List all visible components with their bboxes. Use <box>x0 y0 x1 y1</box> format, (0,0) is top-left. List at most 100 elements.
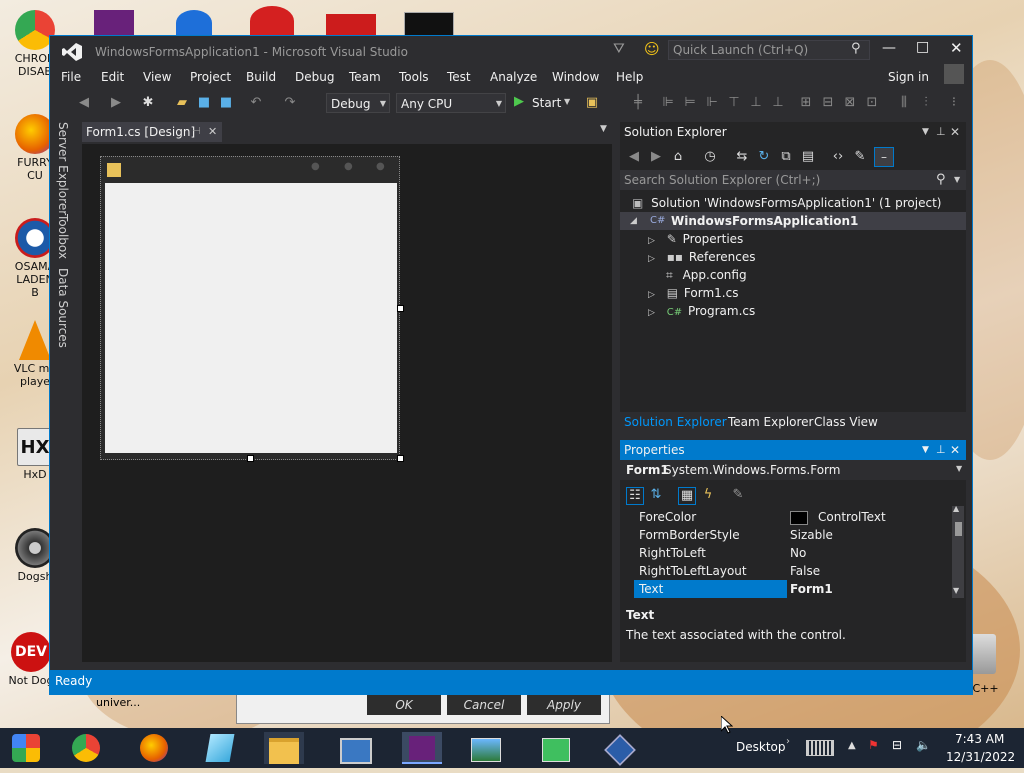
forward-icon[interactable]: ▶ <box>648 149 664 165</box>
window-position-icon[interactable]: ▼ <box>922 440 929 460</box>
property-value[interactable]: Form1 <box>790 580 833 598</box>
sync-icon[interactable]: ⇆ <box>734 149 750 165</box>
tree-solution[interactable]: ▣ Solution 'WindowsFormsApplication1' (1… <box>632 194 941 212</box>
align-middle-icon[interactable]: ⊥ <box>748 95 764 111</box>
solution-configuration-select[interactable]: Debug ▼ <box>326 93 390 113</box>
close-tab-icon[interactable]: ✕ <box>208 122 217 142</box>
menu-help[interactable]: Help <box>616 70 643 84</box>
tab-toolbox[interactable]: Toolbox <box>56 214 70 259</box>
show-all-files-icon[interactable]: ▤ <box>800 149 816 165</box>
network-icon[interactable]: ⊟ <box>892 738 902 752</box>
terminal-icon[interactable] <box>404 12 454 38</box>
align-right-icon[interactable]: ⊩ <box>704 95 720 111</box>
show-hidden-icons-chevron-icon[interactable]: ▲ <box>848 740 856 751</box>
browser-link-icon[interactable]: ▣ <box>584 95 600 111</box>
filter-icon[interactable]: ⛛ <box>613 41 625 57</box>
p-logo-icon[interactable] <box>250 6 294 36</box>
pin-icon[interactable]: ⊥ <box>936 122 946 142</box>
size-to-grid-icon[interactable]: ⊠ <box>842 95 858 111</box>
solution-platform-select[interactable]: Any CPU ▼ <box>396 93 506 113</box>
ok-button[interactable]: OK <box>367 695 441 715</box>
minimize-button[interactable]: — <box>882 40 896 56</box>
property-row-text[interactable]: Text Form1 <box>634 580 950 598</box>
properties-wrench-icon[interactable]: ✎ <box>852 149 868 165</box>
menu-file[interactable]: File <box>61 70 81 84</box>
form1-preview[interactable]: ● ● ● <box>100 156 404 462</box>
menu-project[interactable]: Project <box>190 70 231 84</box>
account-avatar-icon[interactable] <box>944 64 964 84</box>
pending-changes-icon[interactable]: ◷ <box>702 149 718 165</box>
align-left-icon[interactable]: ⊫ <box>660 95 676 111</box>
collapsed-arrow-icon[interactable]: ▷ <box>648 254 655 264</box>
property-pages-icon[interactable]: ✎ <box>730 487 746 503</box>
back-icon[interactable]: ◀ <box>76 95 92 111</box>
volume-icon[interactable]: 🔈 <box>916 738 931 752</box>
tree-project[interactable]: ◢ C# WindowsFormsApplication1 <box>620 212 966 230</box>
toolbar-overflow-icon[interactable]: ⁝ <box>946 95 962 111</box>
properties-scrollbar[interactable]: ▲ ▼ <box>952 504 964 598</box>
visual-studio-icon[interactable] <box>94 10 134 36</box>
properties-view-icon[interactable]: ▦ <box>678 487 696 505</box>
resize-handle-corner[interactable] <box>397 455 404 462</box>
save-all-icon[interactable]: ■ <box>218 95 234 111</box>
menu-edit[interactable]: Edit <box>101 70 124 84</box>
expanded-arrow-icon[interactable]: ◢ <box>630 212 637 230</box>
undo-icon[interactable]: ↶ <box>248 95 264 111</box>
horizontal-spacing-icon[interactable]: ⫼ <box>896 95 912 111</box>
desktop-toolbar-label[interactable]: Desktop <box>736 740 786 754</box>
collapsed-arrow-icon[interactable]: ▷ <box>648 308 655 318</box>
tab-solution-explorer[interactable]: Solution Explorer <box>624 415 727 429</box>
clock-date[interactable]: 12/31/2022 <box>946 750 1015 764</box>
scroll-up-arrow-icon[interactable]: ▲ <box>953 504 959 513</box>
sign-in-link[interactable]: Sign in <box>888 70 929 84</box>
forward-icon[interactable]: ▶ <box>108 95 124 111</box>
taskbar-install-icon[interactable] <box>536 732 576 764</box>
keyboard-icon[interactable] <box>806 740 834 756</box>
desktop-icon-devcpp[interactable]: DEV Not Dog <box>8 632 54 687</box>
menu-team[interactable]: Team <box>349 70 381 84</box>
taskbar-photos-icon[interactable] <box>466 732 506 764</box>
taskbar-control-panel-icon[interactable] <box>336 732 376 764</box>
tab-server-explorer[interactable]: Server Explorer <box>56 122 70 215</box>
align-bottom-icon[interactable]: ⊥ <box>770 95 786 111</box>
pin-icon[interactable]: ⊥ <box>936 440 946 460</box>
menu-analyze[interactable]: Analyze <box>490 70 537 84</box>
taskbar-visual-studio-icon[interactable] <box>402 732 442 764</box>
back-icon[interactable]: ◀ <box>626 149 642 165</box>
taskbar-chrome-icon[interactable] <box>66 732 106 764</box>
new-project-icon[interactable]: ✱ <box>140 95 156 111</box>
maximize-button[interactable]: □ <box>916 39 929 55</box>
tab-data-sources[interactable]: Data Sources <box>56 268 70 348</box>
tree-item-properties[interactable]: ▷ ✎ Properties <box>648 230 743 248</box>
tab-team-explorer[interactable]: Team Explorer <box>728 415 814 429</box>
menu-debug[interactable]: Debug <box>295 70 334 84</box>
app-icon[interactable] <box>176 10 212 36</box>
cancel-button[interactable]: Cancel <box>447 695 521 715</box>
collapsed-arrow-icon[interactable]: ▷ <box>648 236 655 246</box>
preview-selected-icon[interactable]: – <box>874 147 894 167</box>
tree-item-program[interactable]: ▷ C# Program.cs <box>648 302 755 320</box>
make-same-size-icon[interactable]: ⊡ <box>864 95 880 111</box>
tree-item-form1[interactable]: ▷ ▤ Form1.cs <box>648 284 738 302</box>
tab-class-view[interactable]: Class View <box>814 415 878 429</box>
collapsed-arrow-icon[interactable]: ▷ <box>648 290 655 300</box>
close-icon[interactable]: ✕ <box>950 440 960 460</box>
align-top-icon[interactable]: ⊤ <box>726 95 742 111</box>
chevron-right-icon[interactable]: › <box>786 736 790 747</box>
clock-time[interactable]: 7:43 AM <box>955 732 1004 746</box>
scroll-down-arrow-icon[interactable]: ▼ <box>953 586 959 595</box>
menu-build[interactable]: Build <box>246 70 276 84</box>
tab-overflow-chevron-icon[interactable]: ▼ <box>600 124 607 134</box>
alphabetical-icon[interactable]: ⇅ <box>648 487 664 503</box>
quick-launch-box[interactable]: Quick Launch (Ctrl+Q) ⚲ <box>668 40 870 60</box>
form-client-area[interactable] <box>105 183 397 453</box>
designer-surface[interactable]: ● ● ● <box>82 144 612 662</box>
object-selector[interactable]: Form1 System.Windows.Forms.Form ▼ <box>620 460 966 480</box>
view-code-icon[interactable]: ‹› <box>830 149 846 165</box>
redo-icon[interactable]: ↷ <box>282 95 298 111</box>
solution-explorer-search[interactable]: Search Solution Explorer (Ctrl+;) ⚲ ▼ <box>620 170 966 190</box>
apply-button[interactable]: Apply <box>527 695 601 715</box>
menu-view[interactable]: View <box>143 70 171 84</box>
categorized-icon[interactable]: ☷ <box>626 487 644 505</box>
events-lightning-icon[interactable]: ϟ <box>700 487 716 503</box>
